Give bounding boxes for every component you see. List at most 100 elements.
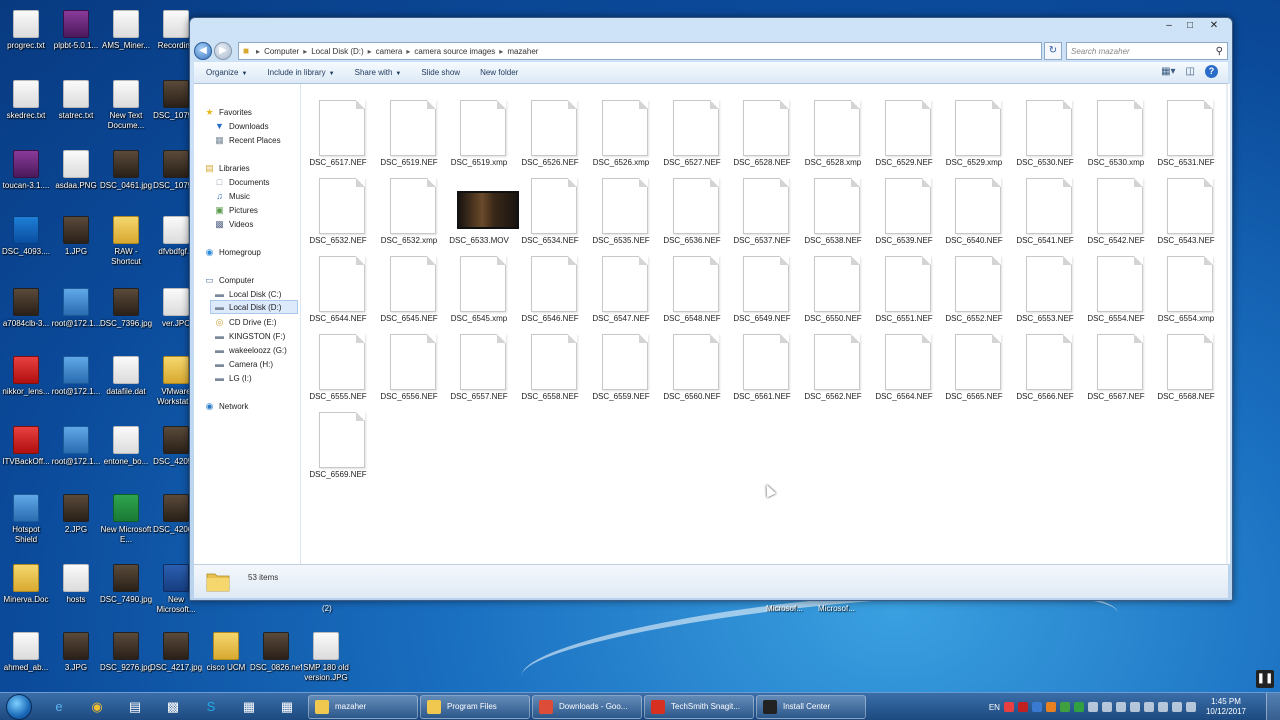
file-item[interactable]: DSC_6543.NEF <box>1149 170 1219 248</box>
file-item[interactable]: DSC_6547.NEF <box>584 248 654 326</box>
nav-kingston[interactable]: ▬ KINGSTON (F:) <box>214 329 285 343</box>
share-with-button[interactable]: Share with ▼ <box>355 68 402 77</box>
tray-app-icon[interactable] <box>1017 702 1028 712</box>
desktop-icon[interactable]: ITVBackOff... <box>0 424 52 467</box>
tray-app-icon[interactable] <box>1031 702 1042 712</box>
nav-downloads[interactable]: ▼ Downloads <box>214 119 269 133</box>
internet-explorer-icon[interactable]: e <box>40 694 78 720</box>
file-item[interactable]: DSC_6552.NEF <box>937 248 1007 326</box>
nav-camera[interactable]: ▬ Camera (H:) <box>214 357 273 371</box>
network-tool-icon[interactable]: ▦ <box>230 694 268 720</box>
nav-computer[interactable]: ▭ Computer <box>204 273 254 287</box>
file-item[interactable]: DSC_6535.NEF <box>584 170 654 248</box>
breadcrumb-camera[interactable]: camera <box>376 47 403 56</box>
desktop-icon[interactable]: progrec.txt <box>0 8 52 51</box>
file-item[interactable]: DSC_6557.NEF <box>442 326 512 404</box>
breadcrumb-camera-source-images[interactable]: camera source images <box>414 47 495 56</box>
file-item[interactable]: DSC_6530.xmp <box>1079 92 1149 170</box>
tray-app-icon[interactable] <box>1129 702 1140 712</box>
desktop-icon[interactable]: datafile.dat <box>100 354 152 397</box>
file-item[interactable]: DSC_6541.NEF <box>1008 170 1078 248</box>
nav-videos[interactable]: ▩ Videos <box>214 217 253 231</box>
skype-icon[interactable]: S <box>192 694 230 720</box>
desktop-icon[interactable]: DSC_9276.jpg <box>100 630 152 673</box>
scrollbar[interactable] <box>1226 84 1228 564</box>
title-bar[interactable]: – □ ✕ <box>190 18 1232 38</box>
nav-music[interactable]: ♫ Music <box>214 189 250 203</box>
file-item[interactable]: DSC_6536.NEF <box>655 170 725 248</box>
nav-cd-drive[interactable]: ◎ CD Drive (E:) <box>214 315 277 329</box>
file-item[interactable]: DSC_6537.NEF <box>725 170 795 248</box>
close-button[interactable]: ✕ <box>1202 19 1226 33</box>
taskbar-task-button[interactable]: Program Files <box>420 694 530 719</box>
desktop-icon[interactable]: 3.JPG <box>50 630 102 673</box>
nav-local-disk-d[interactable]: ▬ Local Disk (D:) <box>210 300 298 314</box>
file-item[interactable]: DSC_6528.NEF <box>725 92 795 170</box>
desktop-icon[interactable]: AMS_Miner... <box>100 8 152 51</box>
desktop-icon[interactable]: nikkor_lens... <box>0 354 52 397</box>
nav-homegroup[interactable]: ◉ Homegroup <box>204 245 261 259</box>
file-item[interactable]: DSC_6554.NEF <box>1079 248 1149 326</box>
desktop-icon[interactable]: hosts <box>50 562 102 605</box>
view-options-icon[interactable]: ▦▾ <box>1161 66 1175 77</box>
file-item[interactable]: DSC_6558.NEF <box>513 326 583 404</box>
file-item[interactable]: DSC_6553.NEF <box>1008 248 1078 326</box>
desktop-icon[interactable]: DSC_0826.nef <box>250 630 302 673</box>
desktop-icon[interactable]: Minerva.Doc <box>0 562 52 605</box>
tray-app-icon[interactable] <box>1101 702 1112 712</box>
address-bar[interactable]: ■ ▸ Computer ▸ Local Disk (D:) ▸ camera … <box>238 42 1042 60</box>
file-manager-icon[interactable]: ▤ <box>116 694 154 720</box>
file-item[interactable]: DSC_6566.NEF <box>1008 326 1078 404</box>
taskbar-task-button[interactable]: Install Center <box>756 694 866 719</box>
nav-documents[interactable]: □ Documents <box>214 175 270 189</box>
volume-icon[interactable] <box>1143 702 1154 712</box>
desktop-icon[interactable]: 2.JPG <box>50 492 102 535</box>
file-item[interactable]: DSC_6519.xmp <box>442 92 512 170</box>
taskbar-task-button[interactable]: Downloads - Goo... <box>532 694 642 719</box>
preview-pane-icon[interactable]: ◫ <box>1186 66 1195 77</box>
file-item[interactable]: DSC_6551.NEF <box>867 248 937 326</box>
file-item[interactable]: DSC_6532.xmp <box>372 170 442 248</box>
tray-app-icon[interactable] <box>1087 702 1098 712</box>
nav-network[interactable]: ◉ Network <box>204 399 249 413</box>
file-item[interactable]: DSC_6529.xmp <box>937 92 1007 170</box>
file-item[interactable]: DSC_6568.NEF <box>1149 326 1219 404</box>
file-item[interactable]: DSC_6544.NEF <box>301 248 371 326</box>
forward-button[interactable]: ▶ <box>214 42 232 60</box>
file-item[interactable]: DSC_6555.NEF <box>301 326 371 404</box>
file-item[interactable]: DSC_6548.NEF <box>655 248 725 326</box>
file-item[interactable]: DSC_6559.NEF <box>584 326 654 404</box>
file-item[interactable]: DSC_6530.NEF <box>1008 92 1078 170</box>
tray-app-icon[interactable] <box>1059 702 1070 712</box>
organize-button[interactable]: Organize ▼ <box>206 68 247 77</box>
desktop-icon[interactable]: RAW - Shortcut <box>100 214 152 267</box>
file-item[interactable]: DSC_6556.NEF <box>372 326 442 404</box>
file-item[interactable]: DSC_6529.NEF <box>867 92 937 170</box>
include-in-library-button[interactable]: Include in library ▼ <box>267 68 334 77</box>
file-item[interactable]: DSC_6554.xmp <box>1149 248 1219 326</box>
desktop-icon[interactable]: ahmed_ab... <box>0 630 52 673</box>
file-item[interactable]: DSC_6542.NEF <box>1079 170 1149 248</box>
language-indicator[interactable]: EN <box>989 703 1000 712</box>
search-input[interactable]: Search mazaher ⚲ <box>1066 42 1228 60</box>
desktop-icon[interactable]: DSC_4093.... <box>0 214 52 257</box>
file-item[interactable]: DSC_6565.NEF <box>937 326 1007 404</box>
desktop-icon[interactable]: toucan-3.1.... <box>0 148 52 191</box>
file-item[interactable]: DSC_6528.xmp <box>796 92 866 170</box>
file-item[interactable]: DSC_6561.NEF <box>725 326 795 404</box>
tray-app-icon[interactable] <box>1073 702 1084 712</box>
desktop-icon[interactable]: statrec.txt <box>50 78 102 121</box>
file-item[interactable]: DSC_6531.NEF <box>1149 92 1219 170</box>
desktop-icon[interactable]: root@172.1... <box>50 286 102 329</box>
tray-app-icon[interactable] <box>1185 702 1196 712</box>
desktop-icon[interactable]: New Microsoft E... <box>100 492 152 545</box>
show-desktop-button[interactable] <box>1266 693 1280 720</box>
file-item[interactable]: DSC_6545.xmp <box>442 248 512 326</box>
file-item[interactable]: DSC_6550.NEF <box>796 248 866 326</box>
breadcrumb-local-disk-d[interactable]: Local Disk (D:) <box>311 47 363 56</box>
refresh-button[interactable]: ↻ <box>1044 42 1062 60</box>
chrome-icon[interactable]: ◉ <box>78 694 116 720</box>
clock[interactable]: 1:45 PM 10/12/2017 <box>1206 697 1246 717</box>
nav-pictures[interactable]: ▣ Pictures <box>214 203 258 217</box>
desktop-icon[interactable]: 1.JPG <box>50 214 102 257</box>
